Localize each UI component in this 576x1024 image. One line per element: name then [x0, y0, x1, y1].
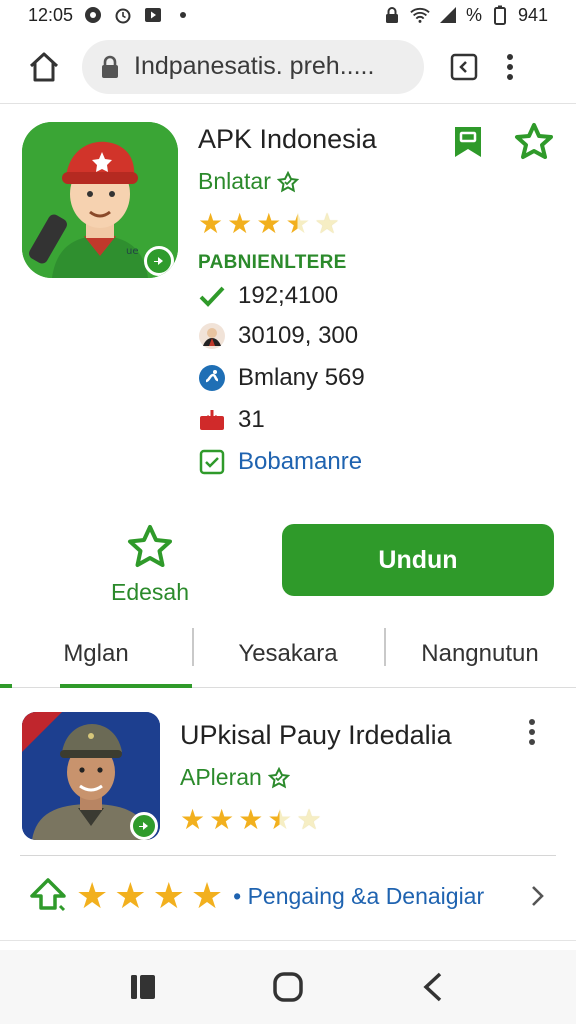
related-app-card[interactable]: UPkisal Pauy Irdedalia APleran ★ ★ ★ ★ ★	[0, 700, 576, 856]
related-developer[interactable]: APleran	[180, 764, 290, 791]
tab-reviews[interactable]: Yesakara	[192, 620, 384, 687]
wishlist-button[interactable]: Edesah	[100, 524, 200, 606]
chevron-right-icon[interactable]	[526, 881, 548, 911]
content-peek	[0, 940, 576, 950]
app-detail-card: ue APK Indonesia Bnlatar ★ ★ ★ ★ ★ PABNI…	[0, 110, 576, 620]
tab-switcher-icon	[450, 53, 478, 80]
wifi-icon	[410, 5, 430, 25]
rating-separator: •	[233, 882, 242, 909]
developer-name: Bnlatar	[198, 168, 271, 194]
home-button[interactable]	[16, 39, 72, 95]
install-button[interactable]: Undun	[282, 524, 554, 596]
signal-icon	[438, 5, 458, 25]
star-outline-icon	[128, 525, 172, 567]
app-rating-stars: ★ ★ ★ ★ ★	[198, 210, 340, 238]
star-empty-icon: ★	[314, 208, 340, 239]
star-outline-icon	[515, 123, 553, 159]
status-time: 12:05	[28, 4, 74, 25]
lock-icon	[100, 55, 122, 79]
back-icon	[423, 972, 442, 1002]
info-row-age: 31	[198, 406, 265, 434]
home-circle-icon	[273, 972, 303, 1002]
upload-arrow-icon	[28, 876, 68, 916]
star-half-icon: ★	[285, 208, 311, 239]
related-app-title: UPkisal Pauy Irdedalia	[180, 720, 452, 750]
checkbox-icon	[198, 448, 226, 476]
info-row-size: Bmlany 569	[198, 364, 365, 392]
star-full-icon: ★	[76, 875, 109, 916]
info-row-downloads: 192;4100	[198, 282, 338, 310]
section-tabs: Mglan Yesakara Nangnutun	[0, 620, 576, 688]
related-rating-stars: ★ ★ ★ ★ ★	[180, 806, 322, 834]
star-full-icon: ★	[198, 208, 224, 239]
app-title: APK Indonesia	[198, 124, 377, 154]
battery-icon	[490, 5, 510, 25]
info-text: Bmlany 569	[238, 364, 365, 391]
alarm-icon	[113, 5, 133, 25]
status-percent: %	[465, 4, 482, 25]
home-icon	[29, 52, 59, 81]
download-icon	[198, 406, 226, 434]
url-bar[interactable]: Indpanesatis. preh.....	[82, 39, 424, 94]
play-store-icon	[143, 5, 163, 25]
star-full-icon: ★	[180, 804, 206, 835]
dot-icon	[173, 5, 193, 25]
lock-status-icon	[382, 5, 402, 25]
notification-circle-icon	[83, 5, 103, 25]
bookmark-button[interactable]	[450, 124, 486, 160]
tab-switcher-button[interactable]	[448, 51, 480, 83]
info-text: 30109, 300	[238, 322, 359, 349]
check-icon	[198, 282, 226, 310]
star-full-icon: ★	[209, 804, 235, 835]
url-text: Indpanesatis. preh.....	[134, 52, 375, 80]
rating-link-label: Pengaing &a Denaigiar	[247, 882, 485, 909]
info-row-reviews: 30109, 300	[198, 322, 358, 350]
divider	[20, 855, 556, 856]
rating-link-text[interactable]: • Pengaing &a Denaigiar	[233, 883, 484, 910]
user-avatar-icon	[198, 322, 226, 350]
browser-toolbar: Indpanesatis. preh.....	[0, 30, 576, 104]
status-battery: 941	[517, 4, 548, 25]
recents-icon	[130, 975, 155, 999]
recents-button[interactable]	[121, 965, 165, 1009]
status-bar: 12:05 % 941	[0, 0, 576, 30]
tab-overview[interactable]: Mglan	[0, 620, 192, 688]
info-link-text: Bobamanre	[238, 448, 363, 475]
star-full-icon: ★	[190, 875, 224, 916]
size-icon	[198, 364, 226, 392]
overflow-menu-button[interactable]	[500, 47, 520, 87]
rating-summary-row[interactable]: ★ ★ ★ ★ • Pengaing &a Denaigiar	[0, 866, 576, 926]
verified-badge-icon	[144, 246, 174, 276]
back-button[interactable]	[411, 965, 455, 1009]
related-developer-name: APleran	[180, 764, 262, 790]
verified-star-icon	[267, 766, 290, 788]
info-text: 31	[238, 406, 265, 433]
home-nav-button[interactable]	[266, 965, 310, 1009]
verified-badge-icon	[130, 812, 158, 840]
developer-link[interactable]: Bnlatar	[198, 168, 299, 195]
svg-text:ue: ue	[126, 246, 139, 257]
bookmark-icon	[455, 127, 481, 157]
more-vert-icon	[507, 53, 513, 80]
star-full-icon: ★	[238, 804, 264, 835]
system-nav-bar	[0, 950, 576, 1024]
info-text: 192;4100	[238, 282, 339, 309]
verified-star-icon	[276, 170, 299, 192]
star-full-icon: ★	[256, 208, 282, 239]
related-more-button[interactable]	[528, 718, 548, 758]
more-vert-icon	[529, 719, 535, 745]
rating-summary-stars: ★ ★ ★ ★	[76, 878, 223, 914]
favorite-button[interactable]	[514, 122, 554, 162]
star-full-icon: ★	[152, 875, 185, 916]
star-full-icon: ★	[227, 208, 253, 239]
wishlist-label: Edesah	[110, 579, 189, 605]
related-app-icon	[22, 712, 160, 840]
tab-related[interactable]: Nangnutun	[384, 620, 576, 687]
star-half-icon: ★	[267, 804, 293, 835]
star-empty-icon: ★	[296, 804, 322, 835]
star-full-icon: ★	[114, 875, 147, 916]
app-icon[interactable]: ue	[22, 122, 178, 278]
info-row-link[interactable]: Bobamanre	[198, 448, 362, 476]
app-category: PABNIENLTERE	[198, 252, 347, 273]
